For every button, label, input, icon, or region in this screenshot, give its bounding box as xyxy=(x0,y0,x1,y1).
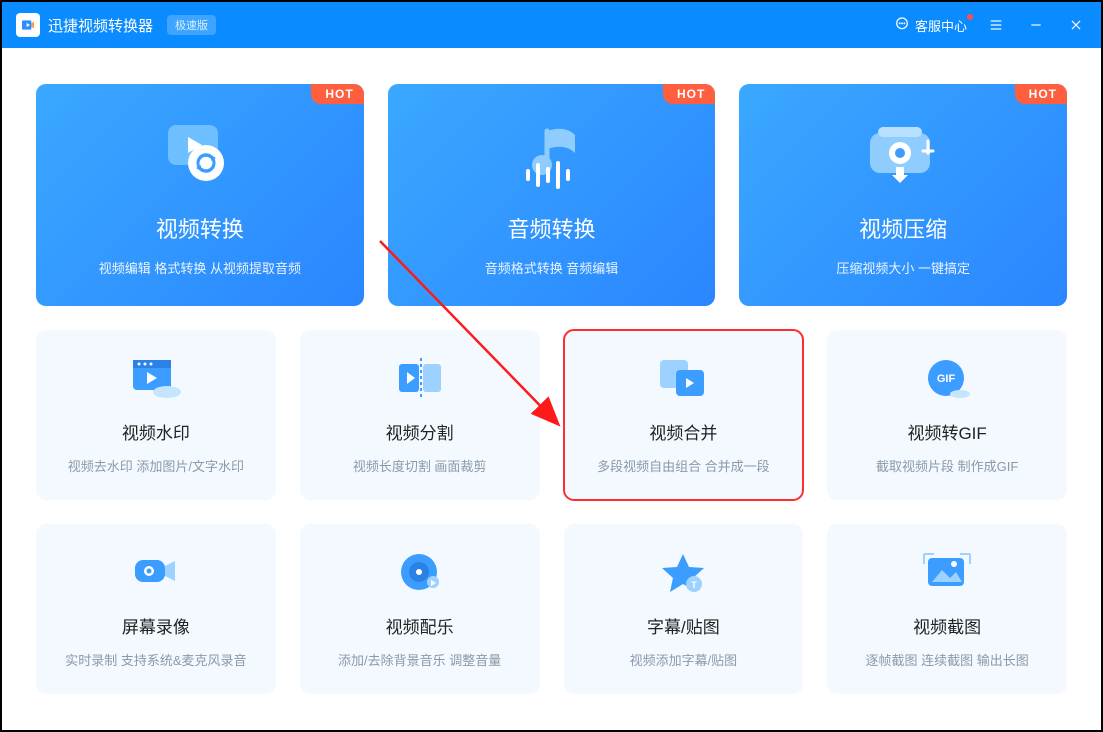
top-row: HOT 视频转换 视频编辑 格式转换 从视频提取音频 HOT 音频转换 音频格式… xyxy=(36,84,1067,306)
subtitle-icon: T xyxy=(656,549,710,595)
card-title: 视频压缩 xyxy=(859,212,947,244)
card-desc: 截取视频片段 制作成GIF xyxy=(876,456,1018,475)
screenshot-icon xyxy=(920,549,974,595)
edition-badge: 极速版 xyxy=(167,15,216,35)
card-title: 视频合并 xyxy=(649,419,717,444)
split-icon xyxy=(393,355,447,401)
card-desc: 多段视频自由组合 合并成一段 xyxy=(597,456,770,475)
card-title: 字幕/贴图 xyxy=(647,613,720,638)
music-icon xyxy=(393,549,447,595)
app-title: 迅捷视频转换器 xyxy=(48,15,153,36)
close-button[interactable] xyxy=(1065,14,1087,36)
card-title: 视频转换 xyxy=(156,212,244,244)
gif-icon: GIF xyxy=(920,355,974,401)
merge-icon xyxy=(656,355,710,401)
app-logo-icon xyxy=(16,13,40,37)
titlebar-controls: 客服中心 xyxy=(894,14,1087,36)
hot-badge: HOT xyxy=(311,84,363,104)
card-title: 视频配乐 xyxy=(386,613,454,638)
hot-badge: HOT xyxy=(663,84,715,104)
card-video-merge[interactable]: 视频合并 多段视频自由组合 合并成一段 xyxy=(564,330,804,500)
card-desc: 压缩视频大小 一键搞定 xyxy=(836,258,970,277)
chat-icon xyxy=(894,16,910,35)
mid-row: 视频水印 视频去水印 添加图片/文字水印 视频分割 视频长度切割 画面裁剪 视频… xyxy=(36,330,1067,500)
card-desc: 实时录制 支持系统&麦克风录音 xyxy=(65,650,246,669)
svg-text:T: T xyxy=(692,580,698,590)
card-desc: 视频编辑 格式转换 从视频提取音频 xyxy=(99,258,301,277)
card-desc: 视频长度切割 画面裁剪 xyxy=(353,456,487,475)
card-title: 视频分割 xyxy=(386,419,454,444)
minimize-button[interactable] xyxy=(1025,14,1047,36)
card-video-compress[interactable]: HOT 视频压缩 压缩视频大小 一键搞定 xyxy=(739,84,1067,306)
card-desc: 视频添加字幕/贴图 xyxy=(630,650,738,669)
hot-badge: HOT xyxy=(1015,84,1067,104)
card-title: 视频水印 xyxy=(122,419,190,444)
main-content: HOT 视频转换 视频编辑 格式转换 从视频提取音频 HOT 音频转换 音频格式… xyxy=(2,48,1101,722)
video-convert-icon xyxy=(160,114,240,194)
card-title: 视频截图 xyxy=(913,613,981,638)
customer-service-label: 客服中心 xyxy=(915,16,967,35)
card-title: 音频转换 xyxy=(508,212,596,244)
card-video-screenshot[interactable]: 视频截图 逐帧截图 连续截图 输出长图 xyxy=(827,524,1067,694)
card-video-split[interactable]: 视频分割 视频长度切割 画面裁剪 xyxy=(300,330,540,500)
menu-button[interactable] xyxy=(985,14,1007,36)
card-title: 屏幕录像 xyxy=(122,613,190,638)
card-screen-record[interactable]: 屏幕录像 实时录制 支持系统&麦克风录音 xyxy=(36,524,276,694)
card-desc: 视频去水印 添加图片/文字水印 xyxy=(68,456,244,475)
card-subtitle-sticker[interactable]: T 字幕/贴图 视频添加字幕/贴图 xyxy=(564,524,804,694)
customer-service-button[interactable]: 客服中心 xyxy=(894,16,967,35)
bottom-row: 屏幕录像 实时录制 支持系统&麦克风录音 视频配乐 添加/去除背景音乐 调整音量… xyxy=(36,524,1067,694)
titlebar: 迅捷视频转换器 极速版 客服中心 xyxy=(2,2,1101,48)
screen-record-icon xyxy=(129,549,183,595)
card-audio-convert[interactable]: HOT 音频转换 音频格式转换 音频编辑 xyxy=(388,84,716,306)
card-video-watermark[interactable]: 视频水印 视频去水印 添加图片/文字水印 xyxy=(36,330,276,500)
video-compress-icon xyxy=(858,114,948,194)
card-desc: 音频格式转换 音频编辑 xyxy=(485,258,619,277)
notification-dot xyxy=(967,14,973,20)
card-video-to-gif[interactable]: GIF 视频转GIF 截取视频片段 制作成GIF xyxy=(827,330,1067,500)
card-video-music[interactable]: 视频配乐 添加/去除背景音乐 调整音量 xyxy=(300,524,540,694)
card-video-convert[interactable]: HOT 视频转换 视频编辑 格式转换 从视频提取音频 xyxy=(36,84,364,306)
app-logo: 迅捷视频转换器 极速版 xyxy=(16,13,216,37)
card-title: 视频转GIF xyxy=(907,419,986,444)
svg-text:GIF: GIF xyxy=(937,373,956,385)
audio-convert-icon xyxy=(512,114,592,194)
watermark-icon xyxy=(129,355,183,401)
card-desc: 添加/去除背景音乐 调整音量 xyxy=(338,650,501,669)
card-desc: 逐帧截图 连续截图 输出长图 xyxy=(866,650,1029,669)
